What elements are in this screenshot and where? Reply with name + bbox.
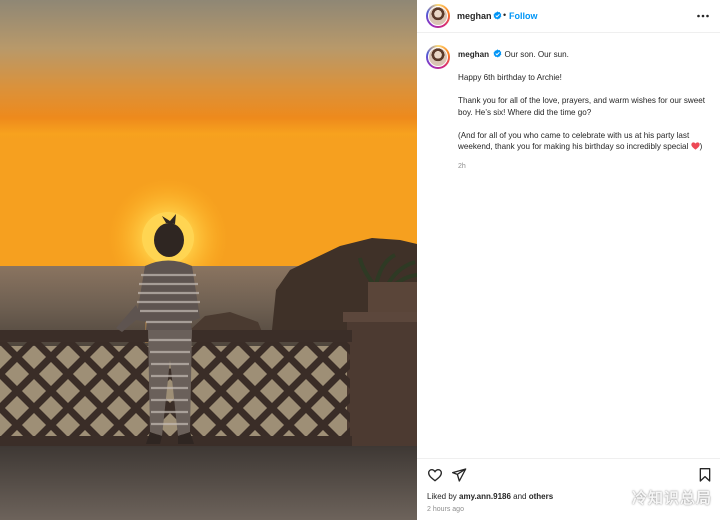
caption-text: (And for all of you who came to celebrat… [458,130,691,152]
planter [368,282,417,316]
red-heart-icon [690,142,700,150]
post-photo[interactable] [0,0,417,520]
caption-first-line: Our son. Our sun. [504,50,569,59]
caption-avatar[interactable] [426,45,450,69]
watermark: 冷知识总局 [631,489,712,507]
heart-outline-icon[interactable] [427,467,443,483]
likes-middle: and [510,492,529,501]
post-actions-bar [417,458,720,488]
liked-by-user-link[interactable]: amy.ann.9186 [459,492,511,501]
post-caption: meghan Our son. Our sun. Happy 6th birth… [458,49,710,164]
more-horizontal-icon[interactable] [695,8,711,24]
caption-timestamp[interactable]: 2h [458,163,466,170]
post-details-panel: meghan • Follow meghan Our son. Our sun.… [417,0,720,520]
caption-username[interactable]: meghan [458,50,489,59]
post-author-username[interactable]: meghan [457,11,492,21]
sunset-photo-illustration [0,0,417,520]
likes-summary: Liked by amy.ann.9186 and others [427,492,553,501]
post-timestamp[interactable]: 2 hours ago [427,506,464,513]
post-header: meghan • Follow [417,0,720,33]
verified-badge-icon [493,11,502,20]
caption-text-end: ) [699,142,703,151]
bookmark-icon[interactable] [697,467,713,483]
caption-paragraph: Thank you for all of the love, prayers, … [458,96,705,117]
likes-prefix: Liked by [427,492,460,501]
railing-bottom [0,436,352,446]
avatar[interactable] [426,4,450,28]
terrace-floor [0,446,417,520]
separator-dot: • [503,10,507,20]
caption-paragraph: Happy 6th birthday to Archie! [458,73,562,82]
caption-paragraph-last: (And for all of you who came to celebrat… [458,130,710,153]
pillar [347,318,417,450]
paper-plane-icon[interactable] [451,467,467,483]
follow-button[interactable]: Follow [509,11,538,21]
pillar-cap [343,312,417,322]
likes-others-link[interactable]: others [529,492,553,501]
verified-badge-icon [493,49,502,58]
